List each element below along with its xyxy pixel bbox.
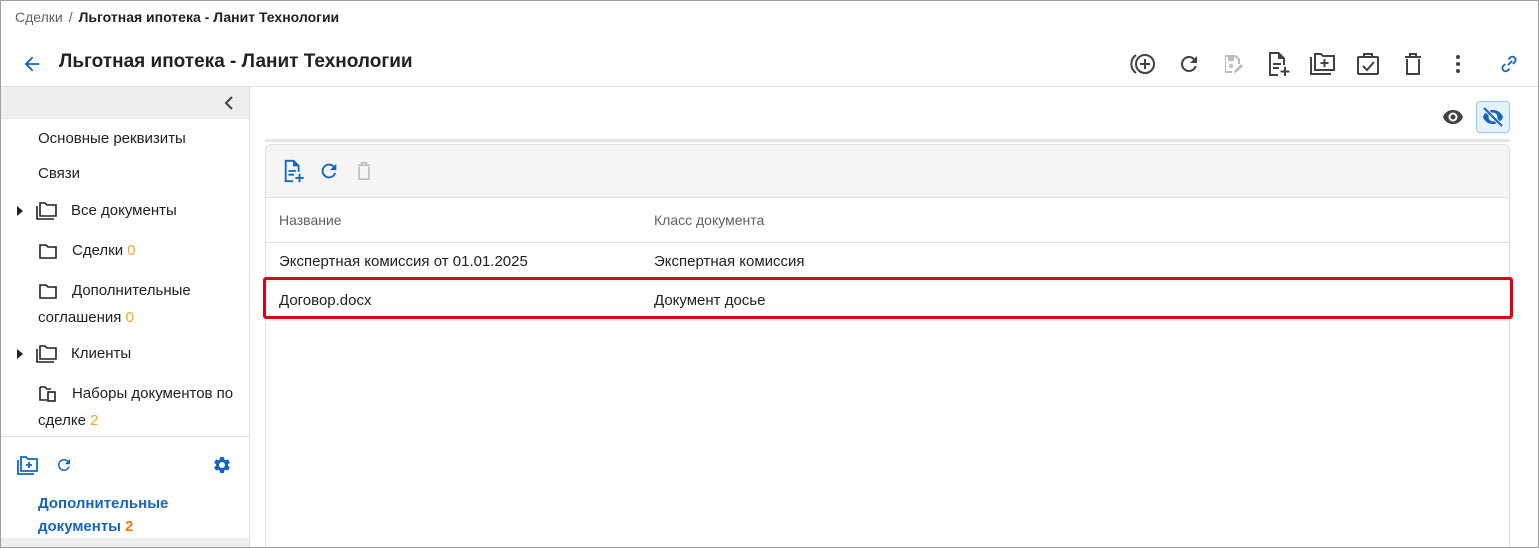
app-window: Сделки / Льготная ипотека - Ланит Технолог… <box>0 0 1539 548</box>
sidebar-item-label: сделке <box>38 412 86 429</box>
folder-icon <box>39 244 57 259</box>
sidebar-bottom-bar <box>1 538 249 547</box>
delete-icon <box>357 162 371 180</box>
save-edit-icon <box>1225 55 1243 73</box>
sidebar-settings-button[interactable] <box>211 454 233 476</box>
arrow-left-icon <box>24 56 40 72</box>
sidebar-refresh-button[interactable] <box>53 454 75 476</box>
page-title: Льготная ипотека - Ланит Технологии <box>59 51 413 72</box>
sidebar-item-links[interactable]: Связи <box>38 160 80 187</box>
item-count: 2 <box>125 518 134 535</box>
sidebar-item-doc-sets[interactable]: Наборы документов по <box>72 380 233 407</box>
add-document-button[interactable] <box>1263 48 1295 80</box>
add-circle-button[interactable] <box>1128 48 1160 80</box>
add-circle-icon <box>1130 54 1155 74</box>
refresh-icon <box>321 163 337 179</box>
cell-doc-class: Документ досье <box>654 292 766 309</box>
folder-icon <box>39 284 57 299</box>
breadcrumb-current: Льготная ипотека - Ланит Технологии <box>78 9 340 25</box>
breadcrumb-parent[interactable]: Сделки <box>15 9 63 25</box>
sidebar-item-label: Дополнительные <box>38 495 169 512</box>
cell-name: Договор.docx <box>279 292 372 309</box>
folders-icon <box>36 202 57 220</box>
item-count: 0 <box>125 309 134 326</box>
sidebar-item-extra-documents[interactable]: Дополнительные документы 2 <box>38 492 218 538</box>
refresh-icon <box>1180 55 1197 72</box>
breadcrumb: Сделки / Льготная ипотека - Ланит Технолог… <box>15 9 339 25</box>
cell-name: Экспертная комиссия от 01.01.2025 <box>279 253 528 270</box>
sidebar-item-additional-agreements[interactable]: Дополнительные <box>72 277 191 304</box>
collapse-sidebar-button[interactable] <box>217 91 241 115</box>
add-document-icon <box>284 159 304 183</box>
expand-arrow-icon[interactable] <box>15 205 25 217</box>
panel-toolbar <box>266 145 1509 198</box>
gear-icon <box>214 456 230 473</box>
sidebar: Основные реквизиты Связи Все документы С… <box>1 87 250 547</box>
table-row[interactable]: Договор.docx Документ досье <box>266 282 1509 320</box>
add-document-icon <box>1269 52 1290 76</box>
sidebar-item-clients[interactable]: Клиенты <box>71 340 131 367</box>
link-button[interactable] <box>1493 48 1525 80</box>
item-count: 2 <box>90 412 99 429</box>
sidebar-item-main-details[interactable]: Основные реквизиты <box>38 125 186 152</box>
sidebar-add-folder-button[interactable] <box>17 454 39 476</box>
hide-button[interactable] <box>1476 101 1510 133</box>
item-count: 0 <box>127 242 136 259</box>
refresh-button[interactable] <box>1173 48 1205 80</box>
eye-off-icon <box>1482 107 1504 127</box>
sidebar-item-doc-sets-line2[interactable]: сделке 2 <box>38 407 98 434</box>
add-folder-icon <box>17 456 38 475</box>
link-icon <box>1501 55 1517 73</box>
expand-arrow-icon[interactable] <box>15 348 25 360</box>
more-button[interactable] <box>1442 48 1474 80</box>
refresh-button[interactable] <box>315 157 343 185</box>
sidebar-item-all-documents[interactable]: Все документы <box>71 197 177 224</box>
save-edit-button[interactable] <box>1217 48 1249 80</box>
add-folder-button[interactable] <box>1307 48 1339 80</box>
cell-doc-class: Экспертная комиссия <box>654 253 805 270</box>
eye-icon <box>1443 110 1463 124</box>
folders-icon <box>36 345 57 363</box>
sidebar-item-label: Сделки <box>72 242 124 259</box>
table-row[interactable]: Экспертная комиссия от 01.01.2025 Экспер… <box>266 243 1509 281</box>
delete-button[interactable] <box>1397 48 1429 80</box>
content-top-rule <box>265 139 1510 142</box>
documents-panel: Название Класс документа Экспертная коми… <box>265 144 1510 547</box>
show-button[interactable] <box>1438 102 1468 132</box>
sidebar-item-additional-agreements-line2[interactable]: соглашения 0 <box>38 304 134 331</box>
delete-icon <box>1405 53 1421 75</box>
sidebar-item-deals[interactable]: Сделки 0 <box>72 237 136 264</box>
column-header-name[interactable]: Название <box>279 212 342 228</box>
add-document-button[interactable] <box>280 157 308 185</box>
task-check-button[interactable] <box>1352 48 1384 80</box>
sidebar-item-label: соглашения <box>38 309 122 326</box>
sidebar-item-label: документы <box>38 518 121 535</box>
back-button[interactable] <box>19 51 45 77</box>
row-divider <box>266 320 1509 321</box>
chevron-left-icon <box>224 96 233 110</box>
task-check-icon <box>1357 53 1379 75</box>
add-folder-icon <box>1310 53 1335 75</box>
doc-set-icon <box>39 386 56 402</box>
more-vert-icon <box>1456 55 1460 73</box>
delete-button[interactable] <box>350 157 378 185</box>
sidebar-collapse-bar <box>1 87 249 119</box>
breadcrumb-separator: / <box>68 9 73 25</box>
sidebar-divider <box>1 436 249 437</box>
refresh-icon <box>57 459 70 471</box>
column-header-doc-class[interactable]: Класс документа <box>654 212 764 228</box>
